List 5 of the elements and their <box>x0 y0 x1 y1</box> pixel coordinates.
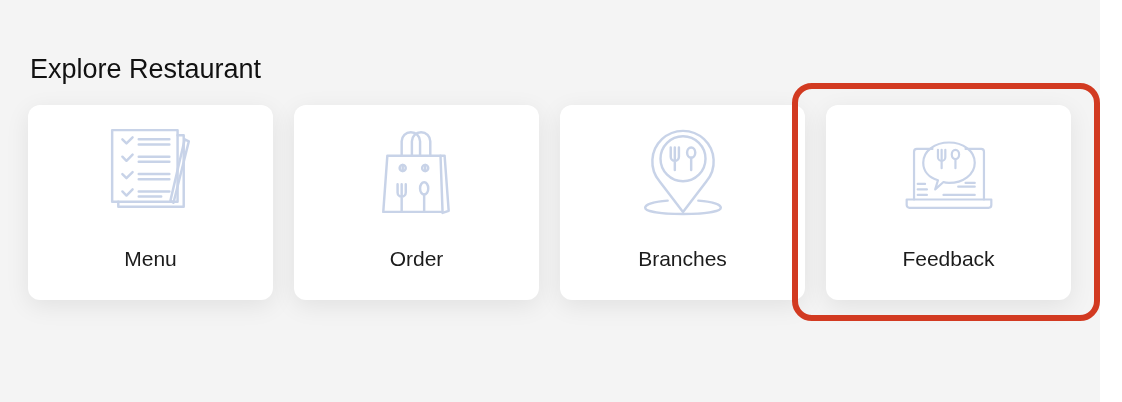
category-card[interactable]: Order <box>294 105 539 300</box>
category-card[interactable]: Feedback <box>826 105 1071 300</box>
category-card[interactable]: Branches <box>560 105 805 300</box>
section-title: Explore Restaurant <box>30 53 263 86</box>
category-card[interactable]: Menu <box>28 105 273 300</box>
